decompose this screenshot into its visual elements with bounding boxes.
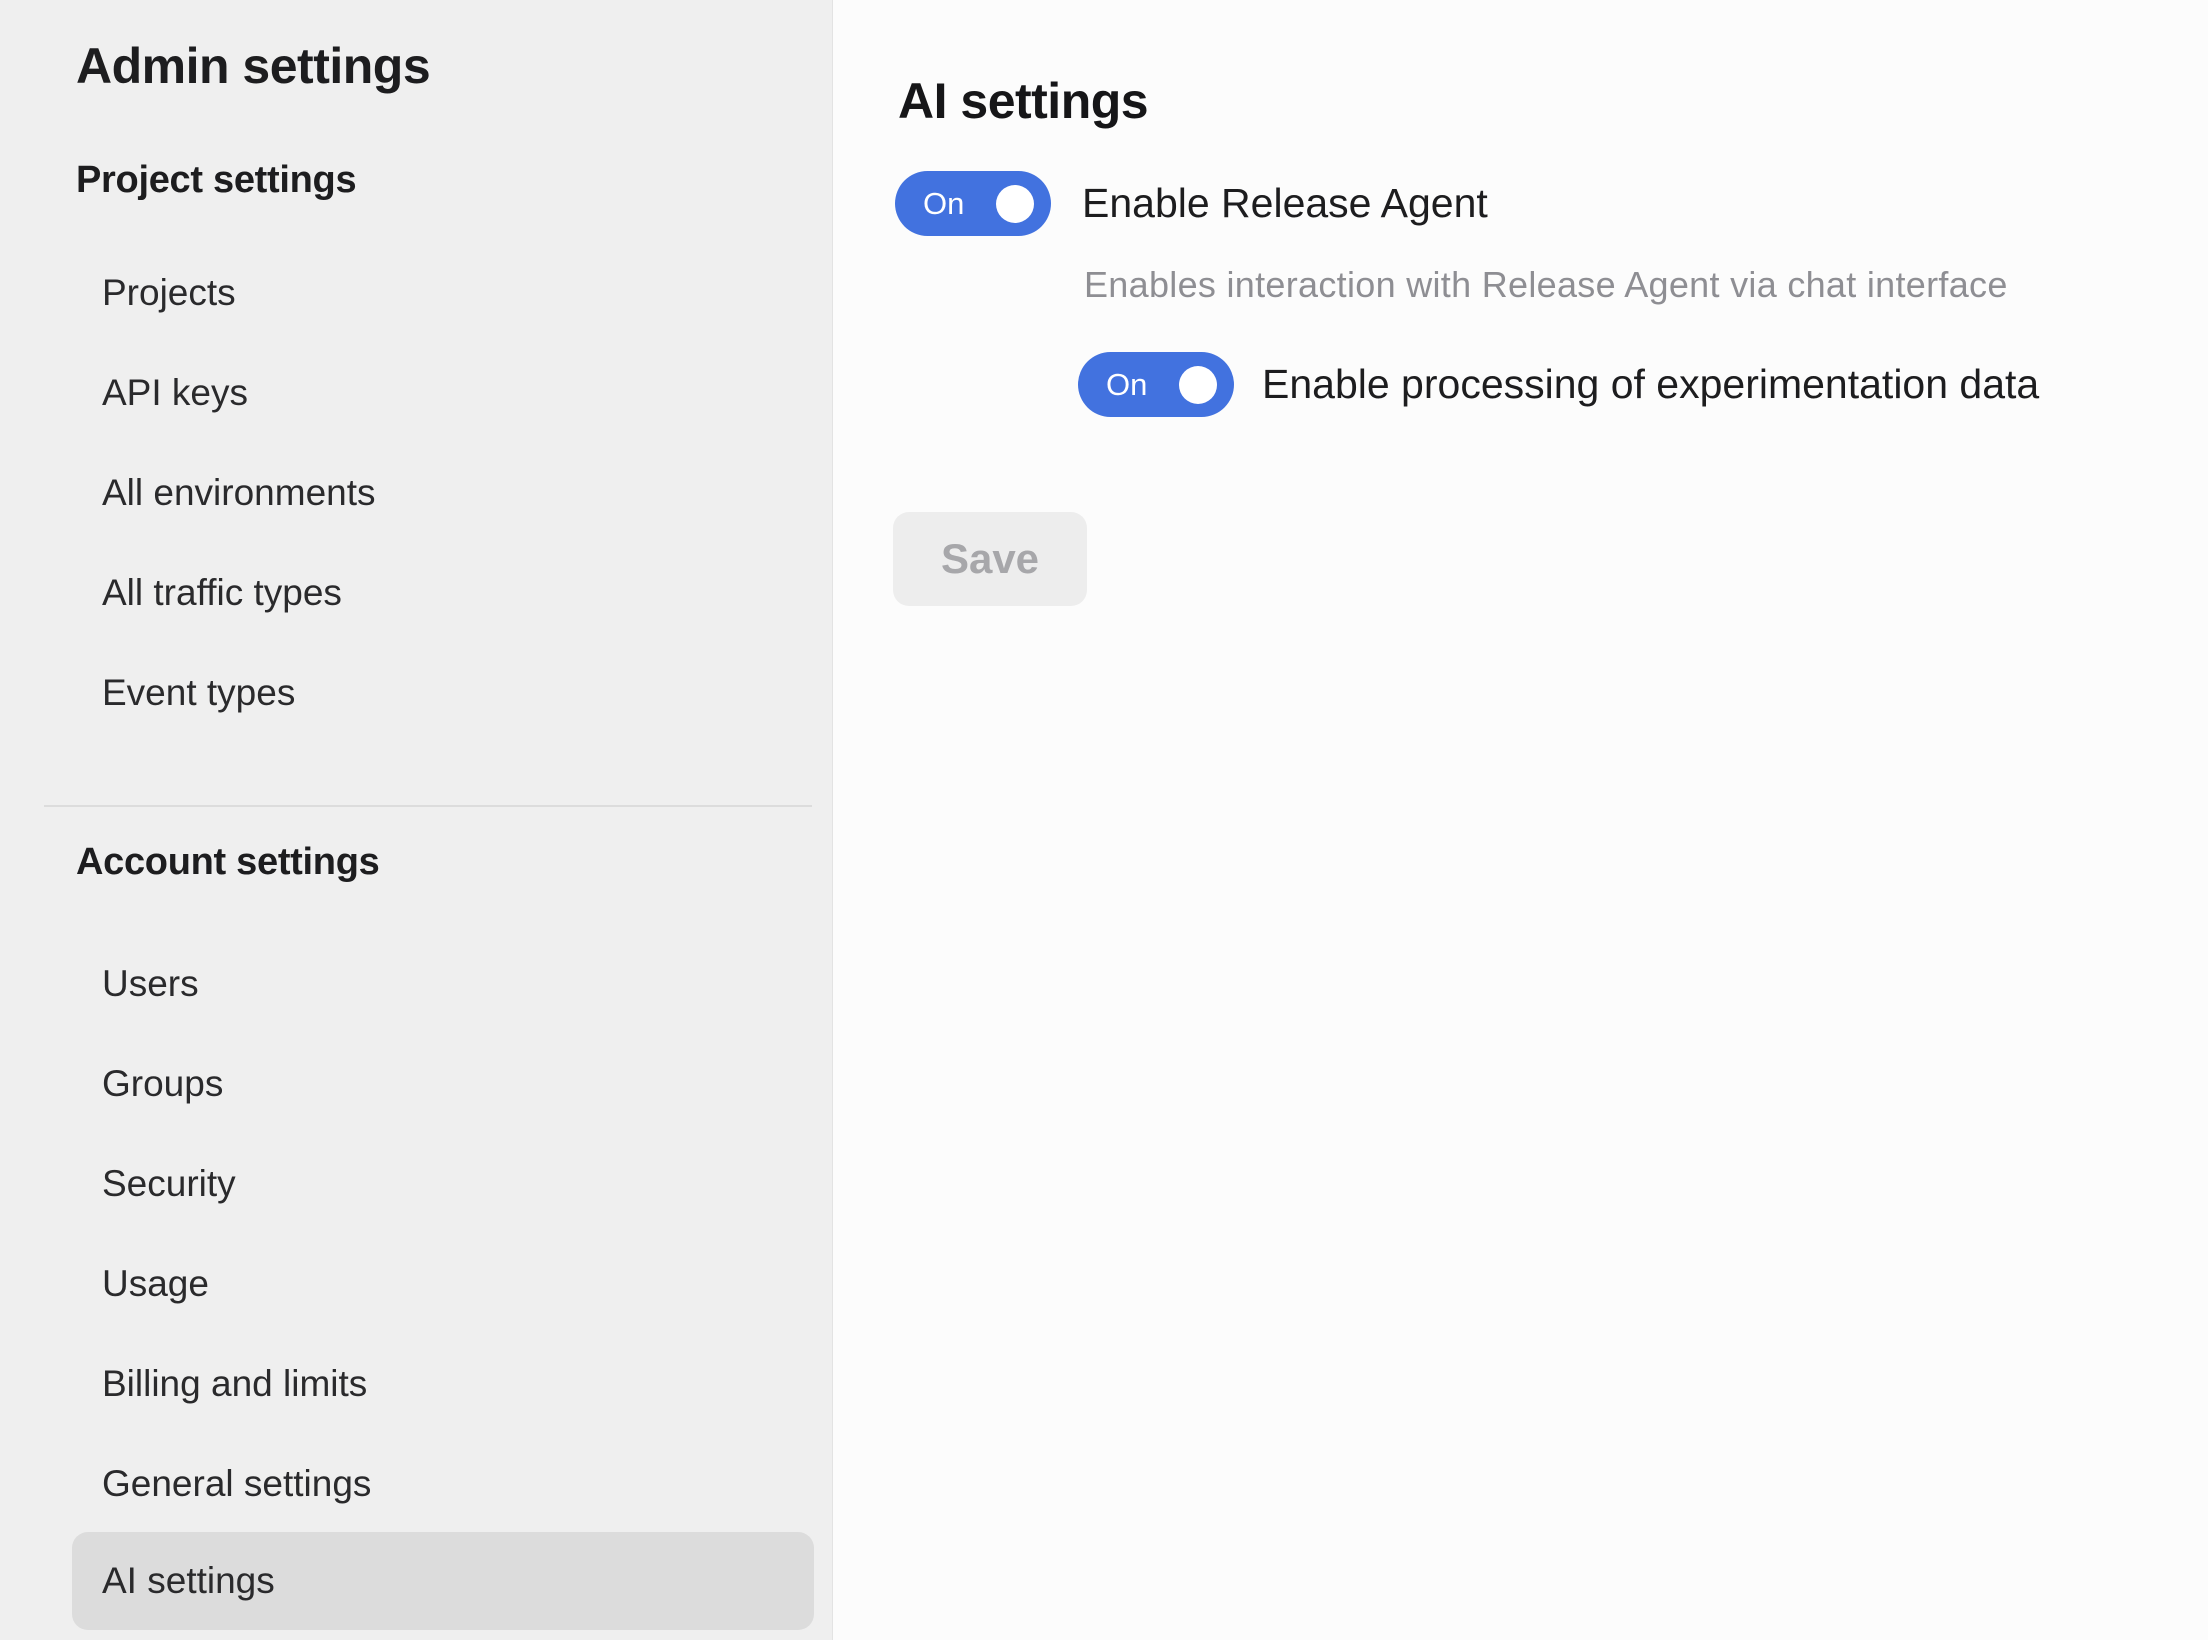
toggle-description-release-agent: Enables interaction with Release Agent v… xyxy=(1084,264,2008,306)
toggle-label-enable-release-agent: Enable Release Agent xyxy=(1082,178,1488,228)
sidebar-item-billing-and-limits[interactable]: Billing and limits xyxy=(102,1361,367,1407)
section-header-account-settings: Account settings xyxy=(76,840,379,884)
sidebar-item-general-settings[interactable]: General settings xyxy=(102,1461,371,1507)
main-content xyxy=(834,0,2208,1640)
sidebar-item-all-traffic-types[interactable]: All traffic types xyxy=(102,570,342,616)
toggle-knob xyxy=(1179,366,1217,404)
section-header-project-settings: Project settings xyxy=(76,158,356,202)
sidebar-item-groups[interactable]: Groups xyxy=(102,1061,223,1107)
admin-settings-screen: Admin settings Project settings Projects… xyxy=(0,0,2208,1640)
page-title: AI settings xyxy=(898,74,1148,128)
sidebar-item-users[interactable]: Users xyxy=(102,961,199,1007)
sidebar-item-event-types[interactable]: Event types xyxy=(102,670,295,716)
sidebar-item-api-keys[interactable]: API keys xyxy=(102,370,248,416)
toggle-enable-experimentation-data[interactable]: On xyxy=(1078,352,1234,417)
save-button[interactable]: Save xyxy=(893,512,1087,606)
sidebar-item-projects[interactable]: Projects xyxy=(102,270,236,316)
sidebar-item-security[interactable]: Security xyxy=(102,1161,236,1207)
sidebar-item-ai-settings[interactable]: AI settings xyxy=(72,1532,814,1630)
toggle-label-enable-experimentation-data: Enable processing of experimentation dat… xyxy=(1262,359,2039,409)
sidebar-title: Admin settings xyxy=(76,40,430,92)
sidebar: Admin settings Project settings Projects… xyxy=(0,0,833,1640)
toggle-state-label: On xyxy=(923,171,964,236)
toggle-enable-release-agent[interactable]: On xyxy=(895,171,1051,236)
toggle-knob xyxy=(996,185,1034,223)
sidebar-item-all-environments[interactable]: All environments xyxy=(102,470,376,516)
sidebar-item-usage[interactable]: Usage xyxy=(102,1261,209,1307)
sidebar-divider xyxy=(44,805,812,807)
toggle-state-label: On xyxy=(1106,352,1147,417)
